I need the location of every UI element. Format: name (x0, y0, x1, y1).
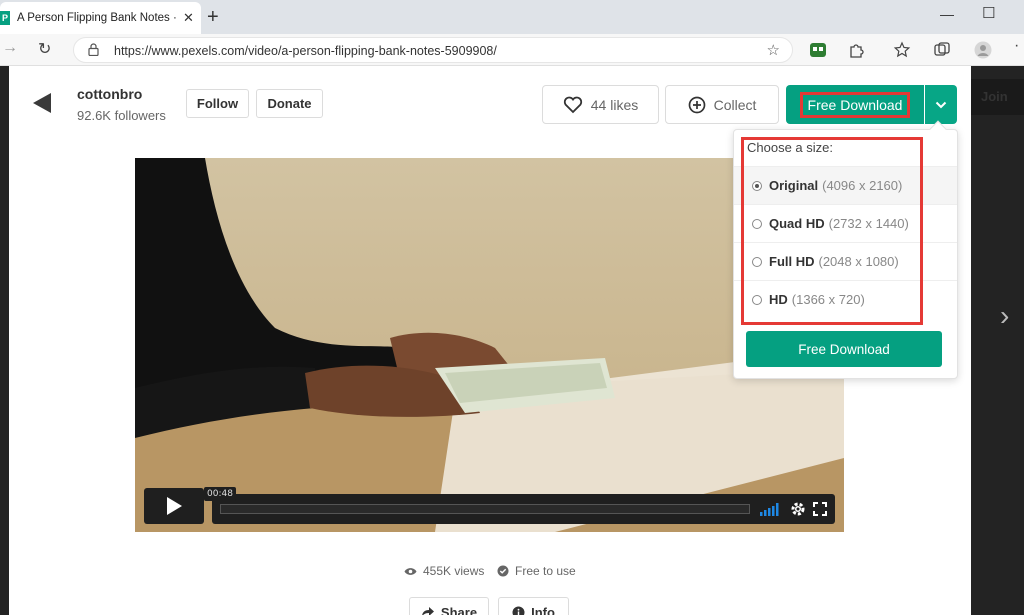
maximize-icon[interactable]: ☐ (982, 4, 995, 22)
download-options-toggle[interactable] (925, 85, 957, 124)
license-text[interactable]: Free to use (515, 564, 576, 578)
url-text: https://www.pexels.com/video/a-person-fl… (114, 44, 497, 58)
share-arrow-icon (422, 607, 434, 615)
check-circle-icon (497, 565, 509, 577)
views-stat: 455K views (404, 564, 484, 578)
heart-icon (563, 96, 582, 113)
free-download-button[interactable]: Free Download (786, 85, 924, 124)
puzzle-icon[interactable] (848, 41, 866, 59)
favorite-star-icon[interactable]: ☆ (767, 41, 780, 59)
more-menu-icon[interactable]: · (1014, 37, 1019, 55)
play-button[interactable] (144, 488, 204, 524)
video-controls (212, 494, 835, 524)
likes-count: 44 likes (590, 96, 639, 113)
free-download-label: Free Download (799, 91, 911, 118)
share-button[interactable]: Share (409, 597, 489, 615)
dropdown-free-download-button[interactable]: Free Download (746, 331, 942, 367)
extension-icon[interactable] (809, 41, 827, 59)
donate-button[interactable]: Donate (256, 89, 323, 118)
eye-icon (404, 567, 417, 575)
follow-button[interactable]: Follow (186, 89, 249, 118)
highlight-box (741, 137, 923, 325)
fullscreen-icon[interactable] (813, 502, 827, 516)
reload-icon[interactable]: ↻ (38, 39, 51, 59)
play-icon (167, 497, 182, 515)
browser-tab[interactable]: P A Person Flipping Bank Notes · F ✕ (0, 2, 201, 34)
browser-tab-bar: P A Person Flipping Bank Notes · F ✕ + —… (0, 0, 1024, 34)
collect-button[interactable]: Collect (665, 85, 779, 124)
collections-icon[interactable] (933, 41, 951, 59)
info-icon (512, 606, 525, 615)
lock-icon (88, 43, 99, 56)
collect-label: Collect (713, 96, 757, 113)
pexels-favicon-icon: P (0, 11, 10, 25)
plus-circle-icon (688, 96, 705, 113)
info-button[interactable]: Info (498, 597, 569, 615)
browser-nav-bar: → ↻ https://www.pexels.com/video/a-perso… (0, 34, 1024, 66)
forward-icon[interactable]: → (2, 39, 18, 57)
new-tab-icon[interactable]: + (207, 6, 219, 29)
address-bar[interactable]: https://www.pexels.com/video/a-person-fl… (73, 37, 793, 63)
views-count: 455K views (423, 564, 485, 578)
video-timestamp: 00:48 (204, 487, 236, 501)
tab-close-icon[interactable]: ✕ (183, 10, 194, 26)
minimize-icon[interactable]: — (940, 6, 954, 22)
license-stat: Free to use (497, 564, 576, 578)
favorites-icon[interactable] (893, 41, 911, 59)
back-arrow-icon[interactable] (33, 93, 51, 113)
author-followers: 92.6K followers (77, 108, 166, 123)
video-progress-bar[interactable] (220, 504, 750, 514)
profile-avatar-icon[interactable] (974, 41, 992, 59)
volume-icon[interactable] (760, 502, 782, 516)
author-name[interactable]: cottonbro (77, 86, 142, 102)
share-label: Share (440, 604, 478, 615)
background-join-button: Join (971, 79, 1024, 115)
info-label: Info (531, 604, 555, 615)
chevron-down-icon (935, 101, 947, 108)
next-chevron-icon[interactable]: › (1000, 300, 1009, 332)
like-button[interactable]: 44 likes (542, 85, 659, 124)
settings-gear-icon[interactable] (790, 501, 806, 517)
tab-title: A Person Flipping Bank Notes · F (17, 12, 177, 24)
